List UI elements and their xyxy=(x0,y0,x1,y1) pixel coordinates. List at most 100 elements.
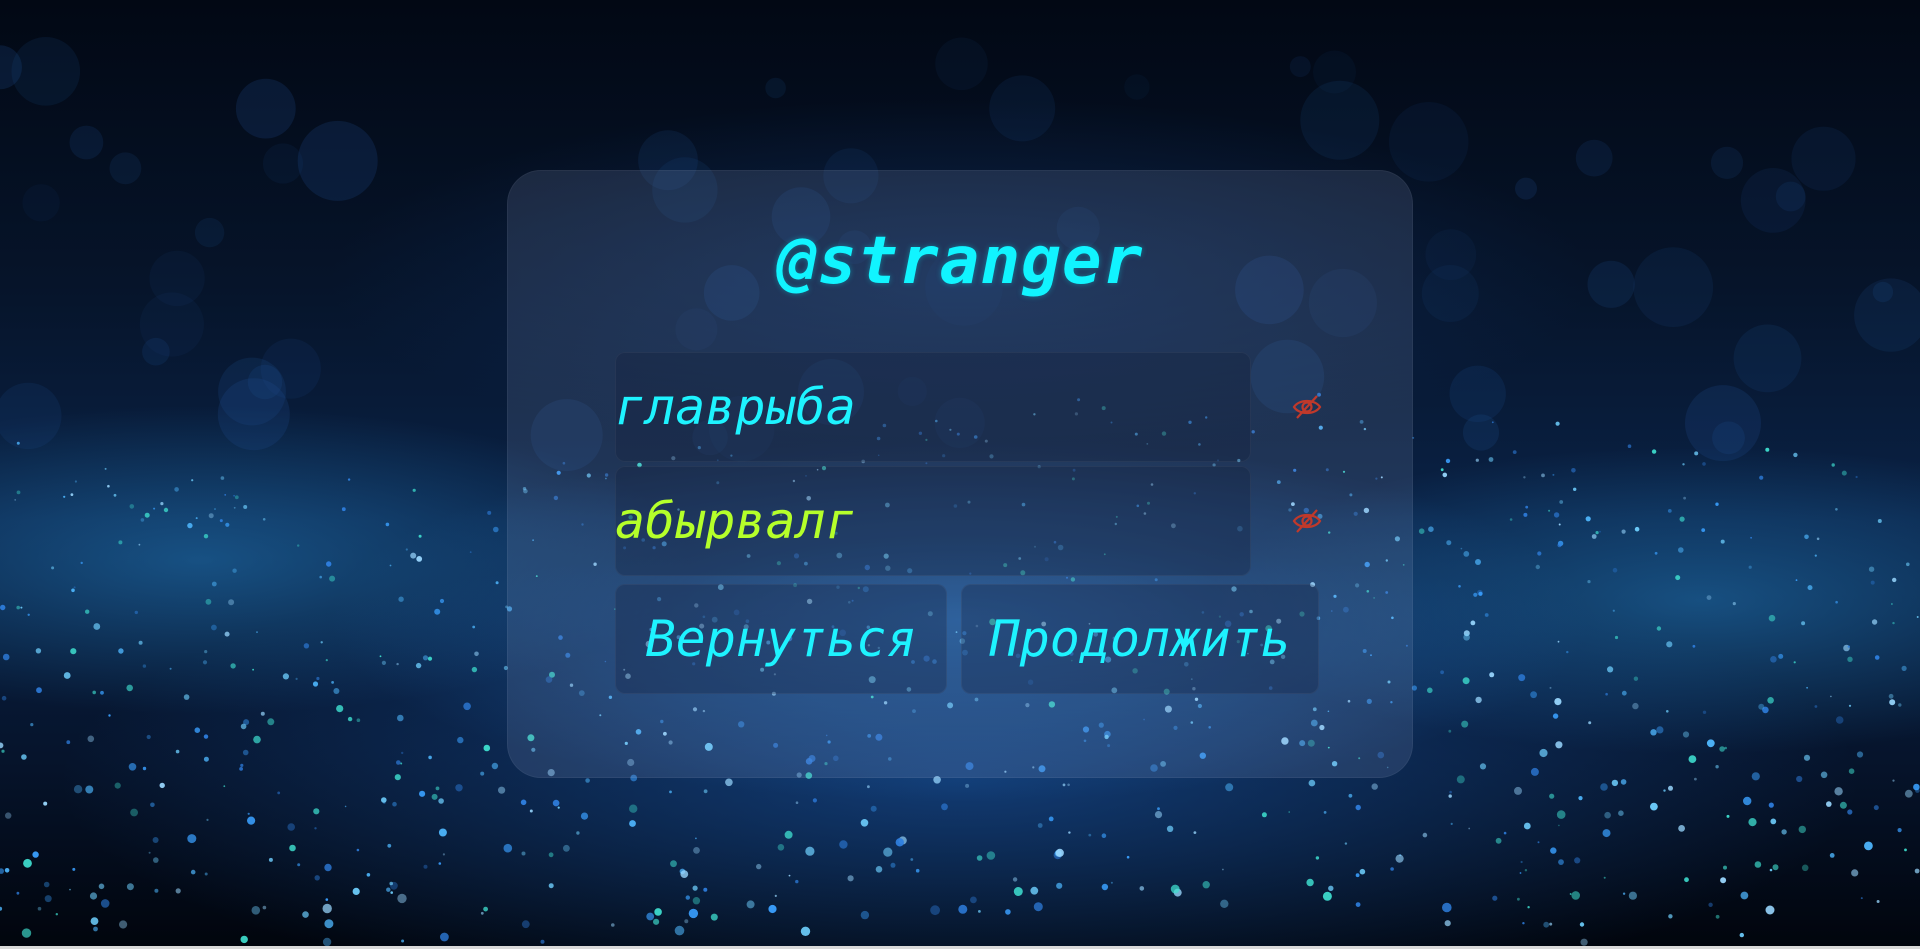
bokeh-particle xyxy=(1289,56,1311,78)
particle xyxy=(389,564,392,567)
particle xyxy=(1530,691,1537,699)
particle xyxy=(87,735,95,743)
particle xyxy=(1914,868,1920,874)
bokeh-particle xyxy=(1791,126,1856,191)
particle xyxy=(1898,703,1902,707)
particle xyxy=(1758,703,1765,710)
particle xyxy=(710,913,718,921)
particle xyxy=(134,610,138,615)
particle xyxy=(1315,856,1320,860)
particle xyxy=(1033,902,1043,912)
particle xyxy=(1765,905,1775,915)
particle xyxy=(1726,814,1730,818)
particle xyxy=(253,735,261,744)
particle xyxy=(1814,554,1817,557)
particle xyxy=(474,651,479,657)
particle xyxy=(1484,613,1489,617)
particle xyxy=(1864,841,1873,851)
particle xyxy=(1523,822,1531,830)
particle xyxy=(1820,771,1828,779)
particle xyxy=(98,883,105,890)
particle xyxy=(142,766,147,771)
particle xyxy=(1549,793,1555,799)
particle xyxy=(1848,704,1852,707)
particle xyxy=(63,495,66,498)
particle xyxy=(1599,530,1601,533)
particle xyxy=(44,895,52,903)
particle xyxy=(225,522,230,527)
particle xyxy=(1030,886,1039,895)
particle xyxy=(1835,716,1844,724)
particle xyxy=(240,935,248,944)
eye-slash-icon[interactable] xyxy=(1291,505,1323,537)
particle xyxy=(692,885,698,891)
particle xyxy=(1288,811,1290,813)
login-field[interactable]: главрыба xyxy=(615,352,1251,462)
particle xyxy=(800,926,811,936)
particle xyxy=(313,808,320,815)
particle xyxy=(670,860,677,868)
particle xyxy=(211,624,217,631)
particle xyxy=(1555,741,1563,749)
particle xyxy=(1355,873,1360,878)
particle xyxy=(1682,463,1685,466)
back-button[interactable]: Вернуться xyxy=(615,584,947,694)
particle xyxy=(1856,751,1864,758)
particle xyxy=(1522,922,1525,925)
bokeh-particle xyxy=(1575,139,1613,177)
particle xyxy=(150,802,155,808)
particle xyxy=(1559,500,1564,504)
particle xyxy=(70,648,77,655)
eye-slash-icon[interactable] xyxy=(1291,391,1323,423)
particle xyxy=(1607,666,1614,673)
particle xyxy=(230,663,236,669)
particle xyxy=(389,881,394,886)
particle xyxy=(1618,810,1624,816)
particle xyxy=(1126,855,1130,859)
particle xyxy=(1739,932,1745,938)
particle xyxy=(14,499,17,501)
particle xyxy=(1720,539,1725,544)
particle xyxy=(1715,502,1719,506)
particle xyxy=(153,857,159,863)
particle xyxy=(491,762,499,770)
particle xyxy=(233,506,236,509)
particle xyxy=(396,760,401,765)
particle xyxy=(1449,790,1452,794)
particle xyxy=(423,864,428,869)
particle xyxy=(175,749,180,754)
particle xyxy=(839,840,848,849)
particle xyxy=(1524,869,1528,872)
particle xyxy=(260,711,265,716)
particle xyxy=(1839,801,1847,809)
login-value[interactable]: главрыба xyxy=(615,378,856,436)
password-value[interactable]: абырвалг xyxy=(615,492,856,550)
particle xyxy=(397,893,407,904)
particle xyxy=(487,510,492,515)
particle xyxy=(1552,713,1559,719)
particle xyxy=(692,897,701,905)
particle xyxy=(1622,892,1626,895)
particle xyxy=(381,797,387,803)
particle xyxy=(1,749,5,753)
particle xyxy=(21,754,27,760)
continue-button[interactable]: Продолжить xyxy=(961,584,1319,694)
particle xyxy=(1541,473,1545,478)
particle xyxy=(92,690,96,695)
password-field[interactable]: абырвалг xyxy=(615,466,1251,576)
particle xyxy=(107,484,110,488)
particle xyxy=(352,887,360,896)
particle xyxy=(240,723,247,730)
particle xyxy=(234,495,239,500)
particle xyxy=(219,519,223,523)
particle xyxy=(154,888,159,893)
particle xyxy=(1871,619,1878,625)
particle xyxy=(1355,902,1361,907)
particle xyxy=(1901,665,1907,672)
particle xyxy=(242,749,249,756)
particle xyxy=(397,714,404,722)
particle xyxy=(1458,585,1461,588)
particle xyxy=(1892,577,1897,583)
particle xyxy=(239,767,244,771)
particle xyxy=(1801,621,1806,626)
